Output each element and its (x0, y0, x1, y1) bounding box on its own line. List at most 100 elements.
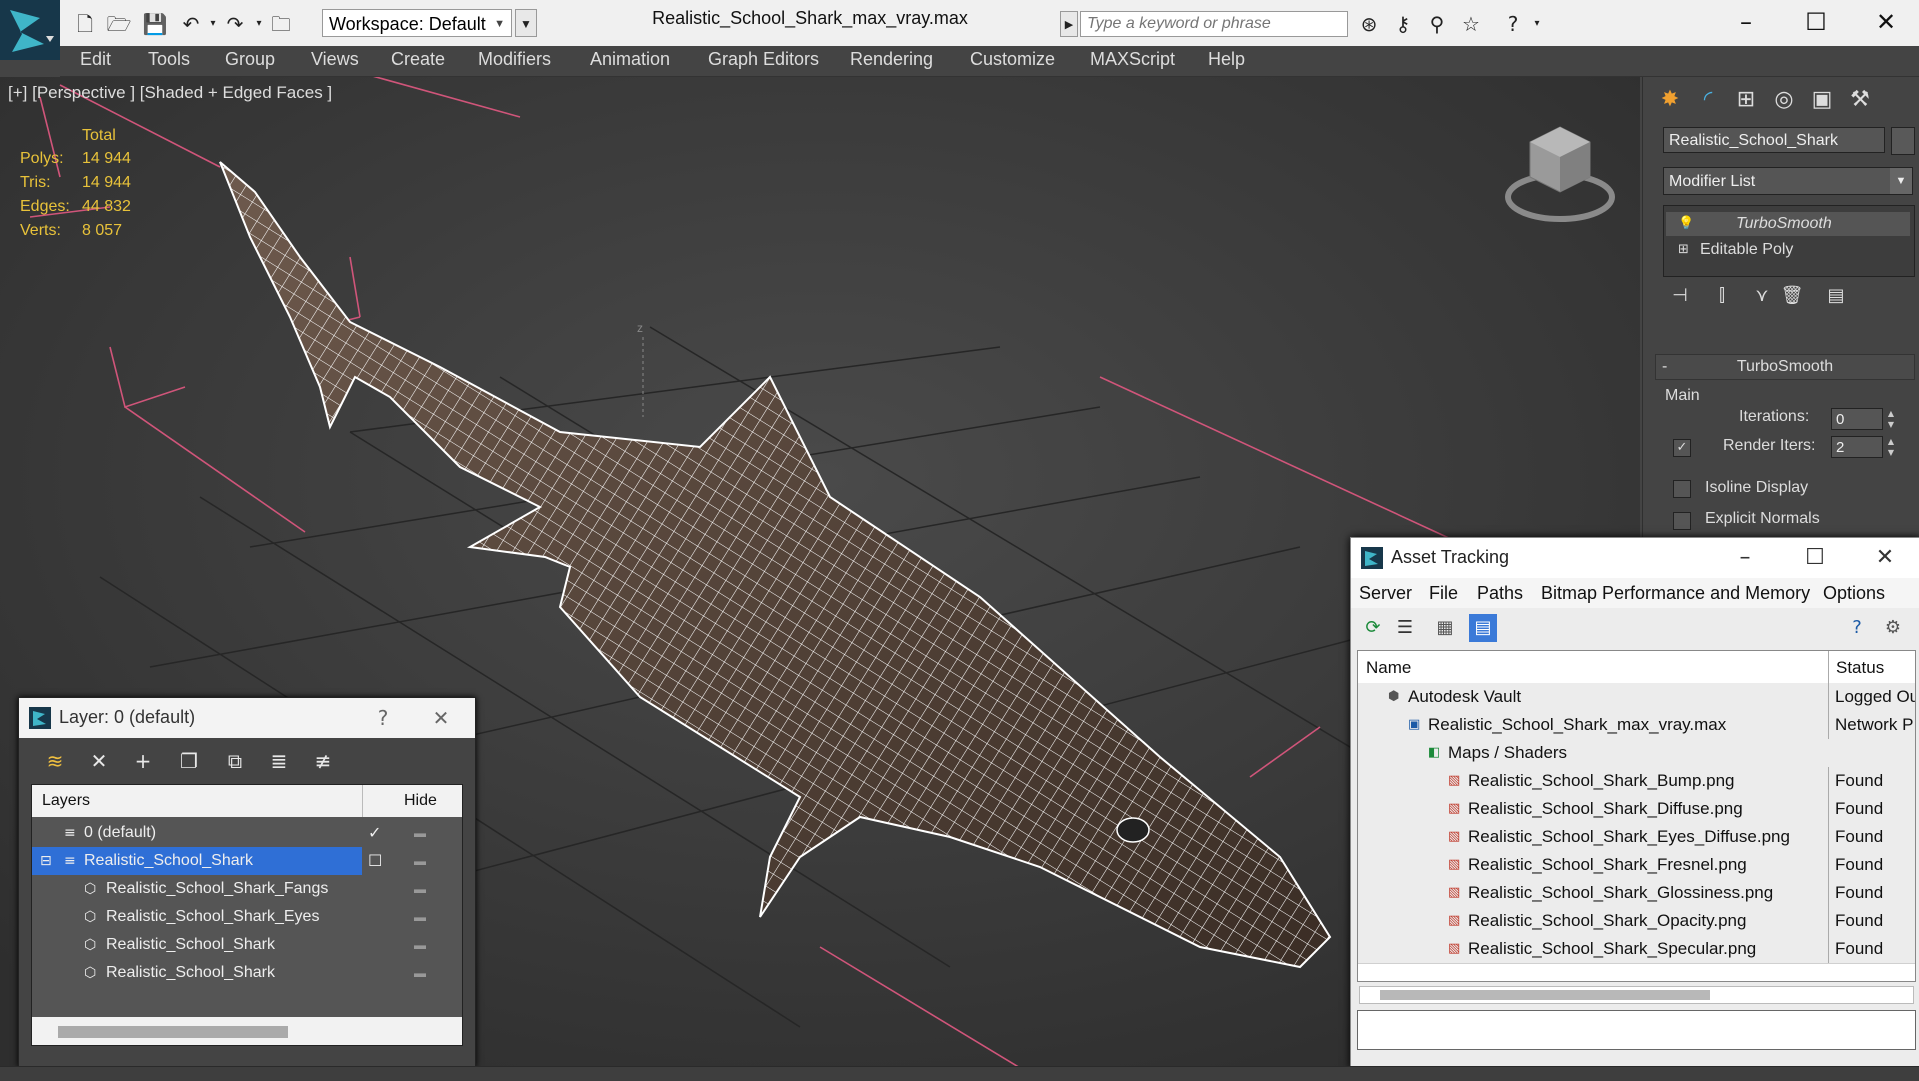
close-icon[interactable]: ✕ (1857, 542, 1913, 574)
spinner-arrows-icon[interactable]: ▲ ▼ (1885, 408, 1897, 430)
hide-toggle-icon[interactable]: ▬ (410, 959, 430, 987)
favorites-star-icon[interactable]: ☆ (1458, 12, 1484, 36)
remove-modifier-icon[interactable]: 🗑 (1779, 283, 1805, 309)
asset-row[interactable]: ▧ Realistic_School_Shark_Bump.png Found (1358, 767, 1915, 796)
search-expand-icon[interactable]: ▶ (1060, 11, 1078, 37)
layer-object-row[interactable]: ⬡ Realistic_School_Shark_Eyes ▬ (32, 903, 462, 931)
create-layer-icon[interactable]: + (129, 746, 157, 776)
help-button[interactable]: ? (367, 704, 399, 732)
menu-bitmap-performance[interactable]: Bitmap Performance and Memory (1541, 583, 1810, 604)
explicit-normals-checkbox[interactable] (1673, 512, 1691, 530)
menu-edit[interactable]: Edit (80, 49, 111, 70)
menu-animation[interactable]: Animation (590, 49, 670, 70)
lightbulb-icon[interactable]: 💡 (1678, 212, 1694, 236)
asset-row[interactable]: ▧ Realistic_School_Shark_Eyes_Diffuse.pn… (1358, 823, 1915, 852)
stack-item-editable-poly[interactable]: ⊞ Editable Poly (1666, 238, 1910, 262)
layer-row[interactable]: ≡ 0 (default) ✓ ▬ (32, 819, 462, 847)
layer-dialog-titlebar[interactable]: Layer: 0 (default) ? ✕ (19, 698, 475, 738)
hide-toggle-icon[interactable]: ▬ (410, 847, 430, 875)
binoculars-icon[interactable]: ⊛ (1356, 12, 1382, 36)
asset-hscrollbar[interactable] (1359, 986, 1914, 1004)
layer-object-row[interactable]: ⬡ Realistic_School_Shark_Fangs ▬ (32, 875, 462, 903)
render-iters-checkbox[interactable]: ✓ (1673, 439, 1691, 457)
save-icon[interactable]: 💾 (142, 12, 168, 36)
asset-row[interactable]: ▧ Realistic_School_Shark_Glossiness.png … (1358, 879, 1915, 908)
expand-plus-icon[interactable]: ⊞ (1678, 238, 1689, 262)
show-end-result-icon[interactable]: ⫿ (1709, 283, 1735, 309)
col-status-header[interactable]: Status (1836, 658, 1884, 678)
add-selection-icon[interactable]: ❐ (175, 746, 203, 776)
utilities-tab-icon[interactable]: ⚒ (1843, 85, 1877, 115)
search-input[interactable] (1080, 11, 1348, 37)
hide-freeze-icon[interactable]: ≢ (309, 746, 337, 776)
table-view-icon[interactable]: ▤ (1469, 614, 1497, 642)
minimize-button[interactable]: – (1717, 542, 1773, 574)
menu-customize[interactable]: Customize (970, 49, 1055, 70)
asset-row[interactable]: ▣ Realistic_School_Shark_max_vray.max Ne… (1358, 711, 1915, 740)
modifier-list-dropdown[interactable]: Modifier List ▼ (1663, 167, 1913, 195)
asset-row[interactable]: ▧ Realistic_School_Shark_Fresnel.png Fou… (1358, 851, 1915, 880)
menu-maxscript[interactable]: MAXScript (1090, 49, 1175, 70)
layer-hscrollbar[interactable] (32, 1017, 462, 1045)
configure-sets-icon[interactable]: ▤ (1823, 283, 1849, 309)
highlight-layer-icon[interactable]: ≣ (265, 746, 293, 776)
asset-path-field[interactable] (1357, 1010, 1916, 1050)
hide-toggle-icon[interactable]: ▬ (410, 903, 430, 931)
settings-icon[interactable]: ⚙ (1879, 614, 1907, 642)
maximize-button[interactable]: ☐ (1787, 542, 1843, 574)
asset-dialog-titlebar[interactable]: Asset Tracking – ☐ ✕ (1351, 538, 1919, 578)
help-icon[interactable]: ? (1843, 614, 1871, 642)
menu-tools[interactable]: Tools (148, 49, 190, 70)
hide-toggle-icon[interactable]: ▬ (410, 931, 430, 959)
menu-group[interactable]: Group (225, 49, 275, 70)
select-objects-icon[interactable]: ⧉ (221, 746, 249, 776)
new-file-icon[interactable]: 🗋 (72, 12, 98, 36)
key-icon[interactable]: ⚷ (1390, 12, 1416, 36)
set-current-box-icon[interactable]: ☐ (368, 847, 382, 875)
help-icon[interactable]: ? (1500, 12, 1526, 36)
thumbnail-view-icon[interactable]: ▦ (1431, 614, 1459, 642)
modify-tab-icon[interactable]: ◜ (1691, 85, 1725, 115)
iterations-spinner[interactable]: 0 (1831, 408, 1883, 430)
collapse-minus-icon[interactable]: ⊟ (40, 847, 52, 875)
asset-row[interactable]: ⬢ Autodesk Vault Logged Ou (1358, 683, 1915, 712)
hide-toggle-icon[interactable]: ▬ (410, 819, 430, 847)
spinner-arrows-icon[interactable]: ▲ ▼ (1885, 436, 1897, 458)
menu-modifiers[interactable]: Modifiers (478, 49, 551, 70)
help-dropdown-icon[interactable]: ▾ (1524, 12, 1550, 36)
object-color-swatch[interactable] (1891, 127, 1915, 155)
make-unique-icon[interactable]: ⋎ (1749, 283, 1775, 309)
pin-stack-icon[interactable]: ⊣ (1667, 283, 1693, 309)
workspace-menu-icon[interactable]: ▼ (515, 9, 537, 37)
layer-object-row[interactable]: ⬡ Realistic_School_Shark ▬ (32, 931, 462, 959)
menu-rendering[interactable]: Rendering (850, 49, 933, 70)
refresh-icon[interactable]: ⟳ (1359, 614, 1387, 642)
app-logo-icon[interactable] (0, 0, 60, 60)
layer-tool-layers-icon[interactable]: ≋ (41, 746, 69, 776)
stack-item-turbosmooth[interactable]: 💡 TurboSmooth (1666, 212, 1910, 236)
scrollbar-thumb[interactable] (1380, 990, 1710, 1000)
close-button[interactable]: ✕ (1856, 4, 1916, 40)
motion-tab-icon[interactable]: ◎ (1767, 85, 1801, 115)
menu-help[interactable]: Help (1208, 49, 1245, 70)
object-name-field[interactable]: Realistic_School_Shark (1663, 127, 1885, 153)
menu-server[interactable]: Server (1359, 583, 1412, 604)
redo-icon[interactable]: ↷ (222, 12, 248, 36)
col-layers-header[interactable]: Layers (42, 792, 90, 810)
workspace-selector[interactable]: Workspace: Default ▼ (322, 9, 512, 37)
hierarchy-tab-icon[interactable]: ⊞ (1729, 85, 1763, 115)
menu-file[interactable]: File (1429, 583, 1458, 604)
open-file-icon[interactable]: 🗁 (106, 12, 132, 36)
turbosmooth-rollout-header[interactable]: - TurboSmooth (1655, 354, 1915, 380)
render-iters-spinner[interactable]: 2 (1831, 436, 1883, 458)
delete-layer-icon[interactable]: ✕ (85, 746, 113, 776)
asset-row[interactable]: ◧ Maps / Shaders (1358, 739, 1915, 768)
col-name-header[interactable]: Name (1366, 658, 1411, 678)
viewport-label[interactable]: [+] [Perspective ] [Shaded + Edged Faces… (8, 83, 332, 103)
project-folder-icon[interactable]: 🗀 (268, 12, 294, 36)
viewcube-icon[interactable] (1500, 117, 1620, 227)
menu-views[interactable]: Views (311, 49, 359, 70)
isoline-display-checkbox[interactable] (1673, 480, 1691, 498)
layer-row-selected[interactable]: ⊟ ≡ Realistic_School_Shark ☐ ▬ (32, 847, 462, 875)
create-tab-icon[interactable]: ✸ (1653, 85, 1687, 115)
